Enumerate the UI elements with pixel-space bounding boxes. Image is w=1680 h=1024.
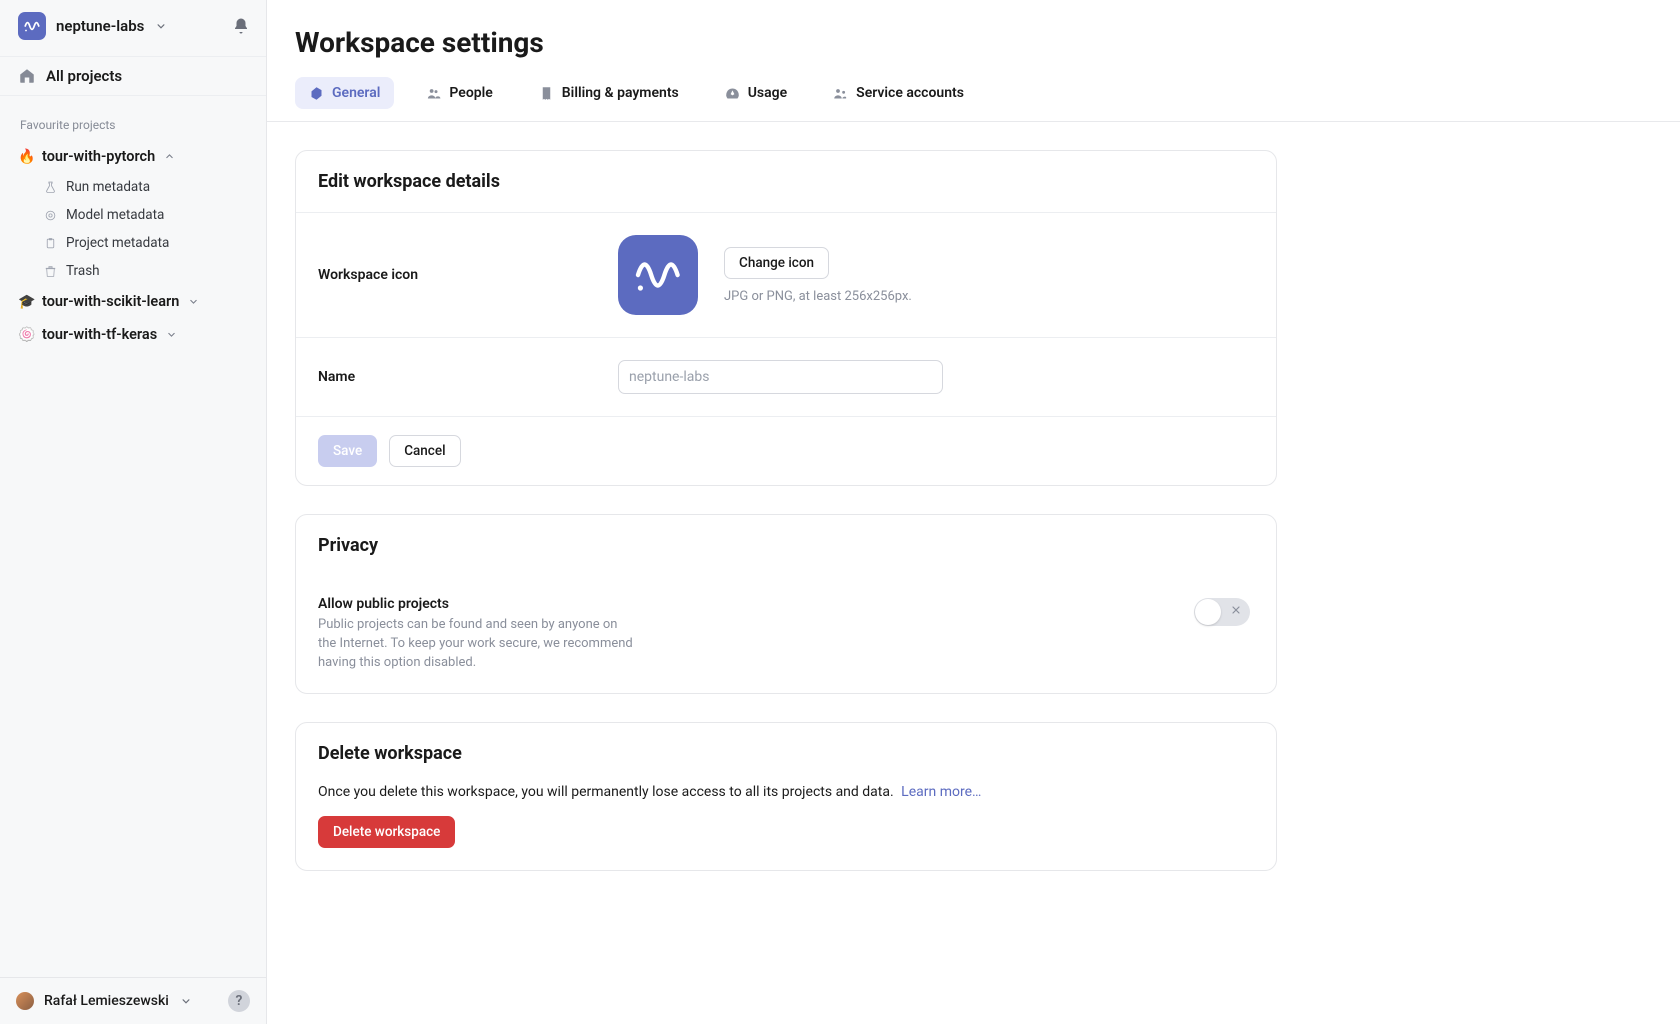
target-icon <box>44 209 58 222</box>
gauge-icon <box>725 86 740 101</box>
people-icon <box>426 86 441 101</box>
all-projects-label: All projects <box>46 67 122 85</box>
sidebar-project[interactable]: 🎓 tour-with-scikit-learn <box>0 285 266 318</box>
cancel-button[interactable]: Cancel <box>389 435 460 467</box>
icon-hint: JPG or PNG, at least 256x256px. <box>724 289 912 304</box>
workspace-icon <box>18 12 46 40</box>
tab-billing[interactable]: Billing & payments <box>525 77 693 109</box>
trash-icon <box>44 265 58 278</box>
sidebar-subitem[interactable]: Model metadata <box>6 201 266 229</box>
project-emoji: 🔥 <box>18 149 34 165</box>
delete-workspace-card: Delete workspace Once you delete this wo… <box>295 722 1277 871</box>
chevron-down-icon <box>179 994 193 1008</box>
tab-label: People <box>449 85 492 101</box>
subitem-label: Model metadata <box>66 207 164 223</box>
user-name: Rafał Lemieszewski <box>44 993 169 1009</box>
subitem-label: Project metadata <box>66 235 169 251</box>
delete-description: Once you delete this workspace, you will… <box>318 784 894 800</box>
user-menu[interactable]: Rafał Lemieszewski ? <box>0 977 266 1024</box>
learn-more-link[interactable]: Learn more… <box>901 784 981 800</box>
chevron-icon <box>187 295 200 308</box>
tab-label: Billing & payments <box>562 85 679 101</box>
card-header-privacy: Privacy <box>296 515 1276 576</box>
tab-label: Usage <box>748 85 787 101</box>
tabs: General People Billing & payments Usage Serv… <box>267 77 1680 122</box>
workspace-switcher[interactable]: neptune-labs <box>0 0 266 50</box>
user-avatar <box>16 992 34 1010</box>
project-emoji: 🎓 <box>18 294 34 310</box>
sidebar-project[interactable]: 🍥 tour-with-tf-keras <box>0 318 266 351</box>
subitem-label: Trash <box>66 263 100 279</box>
workspace-details-card: Edit workspace details Workspace icon Ch… <box>295 150 1277 486</box>
change-icon-button[interactable]: Change icon <box>724 247 829 279</box>
chevron-down-icon <box>154 19 168 33</box>
toggle-knob <box>1195 599 1221 625</box>
project-name: tour-with-pytorch <box>42 148 155 165</box>
workspace-name-input[interactable] <box>618 360 943 394</box>
flask-icon <box>44 181 58 194</box>
help-icon[interactable]: ? <box>228 990 250 1012</box>
workspace-icon-large <box>618 235 698 315</box>
card-header-delete: Delete workspace <box>296 723 1276 784</box>
card-header-details: Edit workspace details <box>296 151 1276 213</box>
tab-usage[interactable]: Usage <box>711 77 801 109</box>
allow-public-description: Public projects can be found and seen by… <box>318 616 638 673</box>
main-content: Workspace settings General People Billing … <box>267 0 1680 1024</box>
favourites-section-title: Favourite projects <box>0 102 266 140</box>
tab-general[interactable]: General <box>295 77 394 109</box>
allow-public-toggle[interactable] <box>1194 598 1250 626</box>
allow-public-label: Allow public projects <box>318 596 638 612</box>
tab-people[interactable]: People <box>412 77 506 109</box>
chevron-icon <box>163 150 176 163</box>
workspace-name: neptune-labs <box>56 17 144 35</box>
sidebar-subitem[interactable]: Trash <box>6 257 266 285</box>
hex-icon <box>309 86 324 101</box>
close-icon <box>1230 604 1242 620</box>
page-title: Workspace settings <box>267 0 1680 77</box>
workspace-icon-label: Workspace icon <box>318 267 618 283</box>
sidebar: neptune-labs All projects Favourite proj… <box>0 0 267 1024</box>
clipboard-icon <box>44 237 58 250</box>
chevron-icon <box>165 328 178 341</box>
delete-workspace-button[interactable]: Delete workspace <box>318 816 455 848</box>
receipt-icon <box>539 86 554 101</box>
home-icon <box>18 67 36 85</box>
sidebar-subitem[interactable]: Project metadata <box>6 229 266 257</box>
sidebar-project[interactable]: 🔥 tour-with-pytorch <box>0 140 266 173</box>
sidebar-subitem[interactable]: Run metadata <box>6 173 266 201</box>
subitem-label: Run metadata <box>66 179 150 195</box>
project-name: tour-with-scikit-learn <box>42 293 179 310</box>
project-emoji: 🍥 <box>18 327 34 343</box>
tab-label: Service accounts <box>856 85 964 101</box>
project-name: tour-with-tf-keras <box>42 326 157 343</box>
name-label: Name <box>318 369 618 385</box>
tab-service[interactable]: Service accounts <box>819 77 978 109</box>
save-button[interactable]: Save <box>318 435 377 467</box>
privacy-card: Privacy Allow public projects Public pro… <box>295 514 1277 694</box>
tab-label: General <box>332 85 380 101</box>
sidebar-all-projects[interactable]: All projects <box>0 56 266 96</box>
service-icon <box>833 86 848 101</box>
notifications-icon[interactable] <box>232 17 250 35</box>
